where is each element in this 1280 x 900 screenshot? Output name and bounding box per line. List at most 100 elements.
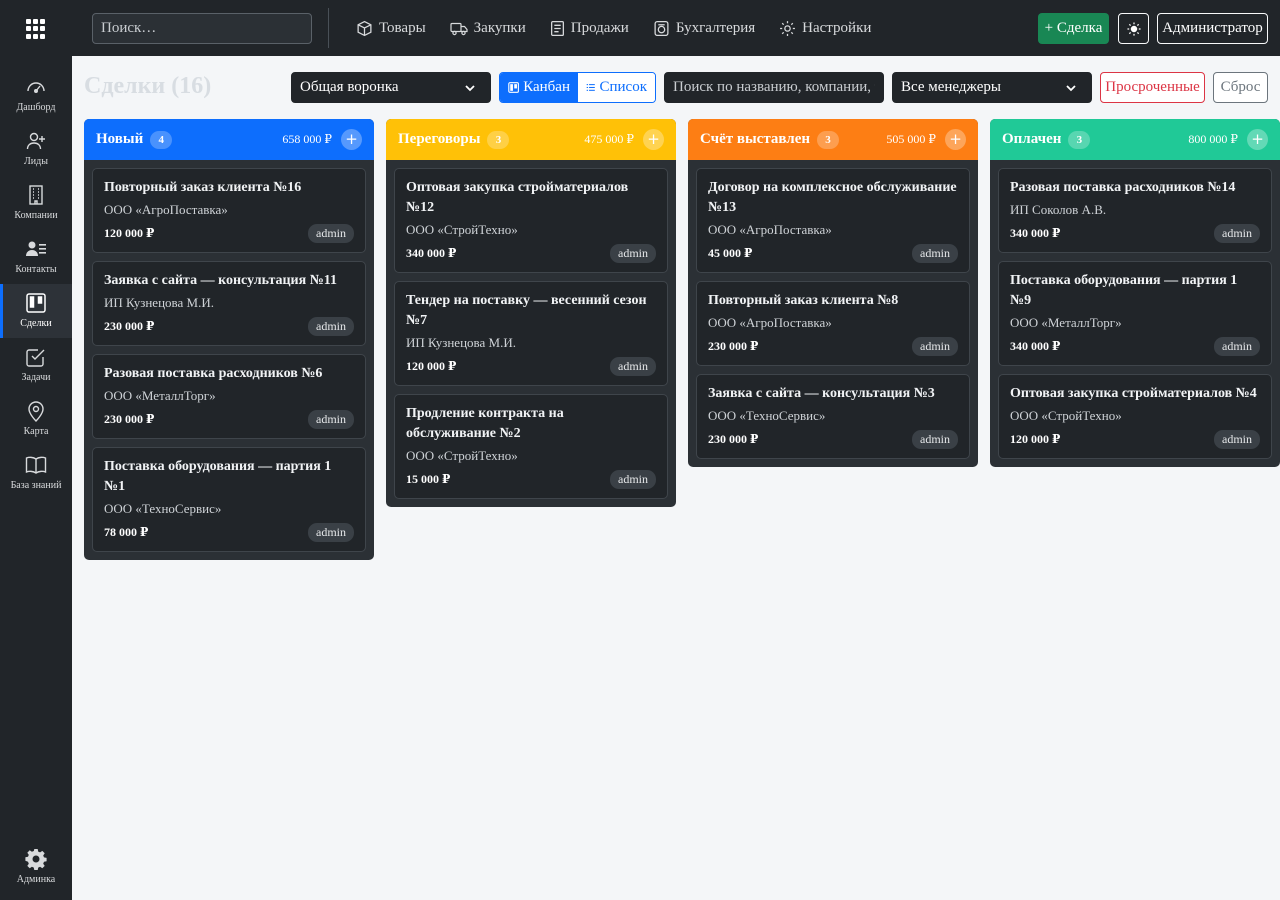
column-cards: Договор на комплексное обслуживание №13 … [688,160,978,459]
column-cards: Повторный заказ клиента №16 ООО «АгроПос… [84,160,374,552]
deal-amount: 230 000 ₽ [708,339,759,353]
speedometer-icon [27,82,45,93]
column-header: Переговоры 3 475 000 ₽ + [386,119,676,160]
sidebar-item-admin[interactable]: Админка [0,840,72,894]
deal-amount: 120 000 ₽ [1010,432,1061,446]
deal-company: ООО «МеталлТорг» [1010,315,1122,330]
sidebar-item-knowledge-base[interactable]: База знаний [0,446,72,500]
sidebar-item-contacts[interactable]: Контакты [0,230,72,284]
view-list-button[interactable]: Список [578,73,655,102]
nav-item-purchases[interactable]: Закупки [450,20,526,37]
deal-card[interactable]: Повторный заказ клиента №8 ООО «АгроПост… [696,281,970,366]
deal-manager-badge: admin [308,523,354,542]
sidebar-item-label: Контакты [15,264,57,275]
deal-amount: 120 000 ₽ [406,359,457,373]
kanban-icon [508,82,519,93]
book-icon [25,456,47,474]
view-kanban-button[interactable]: Канбан [500,73,578,102]
global-search-input[interactable] [92,13,312,44]
column-cards: Оптовая закупка стройматериалов №12 ООО … [386,160,676,499]
piggy-bank-icon [654,20,669,36]
deal-company: ООО «СтройТехно» [1010,408,1122,423]
deal-card[interactable]: Поставка оборудования — партия 1 №1 ООО … [92,447,366,552]
sidebar-item-label: Сделки [20,318,52,329]
navbar-divider [328,8,329,48]
deal-title: Повторный заказ клиента №16 [104,180,302,195]
kanban-icon [26,293,46,313]
new-deal-button[interactable]: + Сделка [1038,13,1109,44]
deal-title: Повторный заказ клиента №8 [708,293,899,308]
user-menu-button[interactable]: Администратор [1157,13,1268,44]
column-title: Новый [96,131,144,147]
deal-title: Заявка с сайта — консультация №3 [708,386,935,401]
pipeline-select[interactable]: Общая воронка [291,72,491,103]
add-deal-button[interactable]: + [945,129,966,150]
check-square-icon [26,349,45,367]
kanban-column-paid: Оплачен 3 800 000 ₽ + Разовая поставка р… [990,119,1280,467]
deal-title: Заявка с сайта — консультация №11 [104,273,337,288]
deal-card[interactable]: Договор на комплексное обслуживание №13 … [696,168,970,273]
nav-item-accounting[interactable]: Бухгалтерия [653,20,755,37]
nav-item-settings[interactable]: Настройки [779,20,871,37]
deal-manager-badge: admin [308,224,354,243]
column-count-badge: 3 [817,130,840,149]
reset-filters-button[interactable]: Сброс [1213,72,1268,103]
sidebar-item-tasks[interactable]: Задачи [0,338,72,392]
sidebar-item-companies[interactable]: Компании [0,176,72,230]
deal-amount: 230 000 ₽ [104,319,155,333]
deal-manager-badge: admin [912,244,958,263]
deal-company: ООО «АгроПоставка» [708,315,832,330]
deal-amount: 78 000 ₽ [104,525,149,539]
add-deal-button[interactable]: + [341,129,362,150]
deal-company: ООО «МеталлТорг» [104,388,216,403]
deal-card[interactable]: Повторный заказ клиента №16 ООО «АгроПос… [92,168,366,253]
deal-card[interactable]: Оптовая закупка стройматериалов №12 ООО … [394,168,668,273]
deal-card[interactable]: Заявка с сайта — консультация №3 ООО «Те… [696,374,970,459]
app-grid-icon[interactable] [26,19,46,39]
nav-item-sales[interactable]: Продажи [550,20,629,37]
deal-card[interactable]: Тендер на поставку — весенний сезон №7 И… [394,281,668,386]
deal-manager-badge: admin [1214,430,1260,449]
column-cards: Разовая поставка расходников №14 ИП Соко… [990,160,1280,459]
sidebar-item-dashboard[interactable]: Дашборд [0,68,72,122]
deal-company: ИП Кузнецова М.И. [104,295,214,310]
column-header: Оплачен 3 800 000 ₽ + [990,119,1280,160]
theme-toggle-button[interactable] [1118,13,1149,44]
deal-search-input[interactable] [664,72,884,103]
deal-title: Продление контракта на обслуживание №2 [406,406,564,441]
deal-card[interactable]: Оптовая закупка стройматериалов №4 ООО «… [998,374,1272,459]
deal-card[interactable]: Разовая поставка расходников №14 ИП Соко… [998,168,1272,253]
page-title: Сделки (16) [84,73,212,99]
deal-amount: 340 000 ₽ [406,246,457,260]
deal-card[interactable]: Продление контракта на обслуживание №2 О… [394,394,668,499]
deal-company: ООО «ТехноСервис» [104,501,222,516]
nav-item-label: Продажи [570,19,629,36]
deal-card[interactable]: Заявка с сайта — консультация №11 ИП Куз… [92,261,366,346]
deal-amount: 230 000 ₽ [708,432,759,446]
deal-card[interactable]: Разовая поставка расходников №6 ООО «Мет… [92,354,366,439]
contacts-icon [26,241,46,256]
deal-company: ООО «ТехноСервис» [708,408,826,423]
deal-card[interactable]: Поставка оборудования — партия 1 №9 ООО … [998,261,1272,366]
deal-company: ИП Соколов А.В. [1010,202,1107,217]
view-list-label: Список [599,79,647,95]
add-deal-button[interactable]: + [643,129,664,150]
manager-select[interactable]: Все менеджеры [892,72,1092,103]
sidebar-item-label: Задачи [21,372,51,383]
sidebar-item-leads[interactable]: Лиды [0,122,72,176]
view-kanban-label: Канбан [523,79,570,95]
column-title: Переговоры [398,131,481,147]
overdue-filter-button[interactable]: Просроченные [1100,72,1205,103]
add-deal-button[interactable]: + [1247,129,1268,150]
sidebar-item-label: База знаний [10,480,62,491]
deal-manager-badge: admin [308,410,354,429]
nav-item-products[interactable]: Товары [356,20,426,37]
deal-amount: 340 000 ₽ [1010,339,1061,353]
deal-amount: 15 000 ₽ [406,472,451,486]
sidebar-item-map[interactable]: Карта [0,392,72,446]
deal-title: Разовая поставка расходников №6 [104,366,323,381]
deal-amount: 340 000 ₽ [1010,226,1061,240]
sidebar: Дашборд Лиды Компании Контакты Сделки За… [0,56,72,900]
column-sum: 505 000 ₽ [886,132,936,146]
sidebar-item-deals[interactable]: Сделки [0,284,72,338]
